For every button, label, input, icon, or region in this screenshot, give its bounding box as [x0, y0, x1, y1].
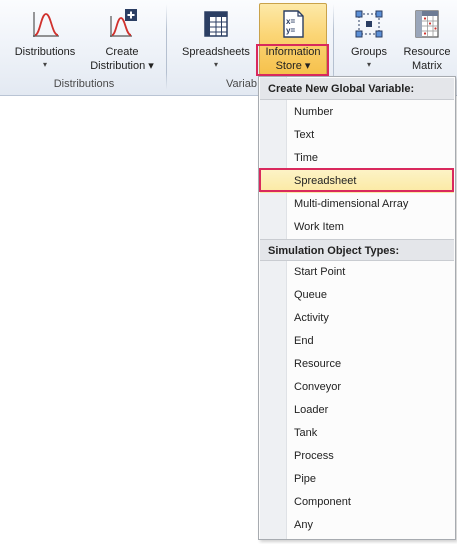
menu-item-resource[interactable]: Resource — [260, 353, 454, 376]
resource-matrix-label-2: Matrix — [412, 60, 442, 72]
menu-item-work-item[interactable]: Work Item — [260, 216, 454, 239]
groups-label: Groups — [350, 46, 388, 58]
menu-item-component[interactable]: Component — [260, 491, 454, 514]
chevron-down-icon: ▾ — [42, 60, 47, 69]
chevron-down-icon: ▾ — [213, 60, 218, 69]
group-label-variables: Variab — [226, 78, 257, 90]
spreadsheets-label: Spreadsheets — [182, 46, 250, 58]
distribution-curve-icon — [33, 12, 59, 37]
menu-item-pipe[interactable]: Pipe — [260, 468, 454, 491]
menu-item-end[interactable]: End — [260, 330, 454, 353]
menu-section-header: Create New Global Variable: — [260, 78, 454, 100]
menu-item-activity[interactable]: Activity — [260, 307, 454, 330]
groups-button[interactable]: Groups ▾ — [341, 4, 397, 76]
menu-item-number[interactable]: Number — [260, 101, 454, 124]
create-distribution-label-2: Distribution ▾ — [90, 60, 154, 72]
menu-item-text[interactable]: Text — [260, 124, 454, 147]
menu-item-queue[interactable]: Queue — [260, 284, 454, 307]
information-store-highlight — [256, 44, 329, 76]
spreadsheet-grid-icon — [204, 11, 228, 37]
menu-section-header: Simulation Object Types: — [260, 239, 454, 261]
svg-text:x=: x= — [286, 17, 295, 26]
menu-item-multi-dimensional-array[interactable]: Multi-dimensional Array — [260, 193, 454, 216]
resource-matrix-button[interactable]: Resource Matrix — [398, 4, 456, 76]
svg-text:y=: y= — [286, 26, 295, 35]
menu-item-time[interactable]: Time — [260, 147, 454, 170]
menu-item-conveyor[interactable]: Conveyor — [260, 376, 454, 399]
ribbon-separator — [166, 4, 167, 90]
menu-item-any[interactable]: Any — [260, 514, 454, 537]
resource-matrix-label: Resource — [403, 46, 451, 58]
xy-equation-icon: x= y= — [283, 10, 304, 38]
menu-item-start-point[interactable]: Start Point — [260, 261, 454, 284]
information-store-menu: Create New Global Variable: Number Text … — [258, 76, 456, 540]
distributions-label: Distributions — [14, 46, 76, 58]
spreadsheet-item-highlight — [259, 168, 454, 192]
distributions-button[interactable]: Distributions ▾ — [8, 4, 82, 76]
spreadsheets-button[interactable]: Spreadsheets ▾ — [178, 4, 254, 76]
create-distribution-icon — [110, 9, 137, 37]
create-distribution-label: Create — [105, 46, 139, 58]
menu-item-process[interactable]: Process — [260, 445, 454, 468]
create-distribution-button[interactable]: Create Distribution ▾ — [86, 4, 158, 76]
menu-item-tank[interactable]: Tank — [260, 422, 454, 445]
menu-item-loader[interactable]: Loader — [260, 399, 454, 422]
group-label-distributions: Distributions — [53, 78, 115, 90]
resource-matrix-icon — [415, 10, 439, 38]
groups-nodes-icon — [355, 10, 383, 38]
chevron-down-icon: ▾ — [366, 60, 371, 69]
